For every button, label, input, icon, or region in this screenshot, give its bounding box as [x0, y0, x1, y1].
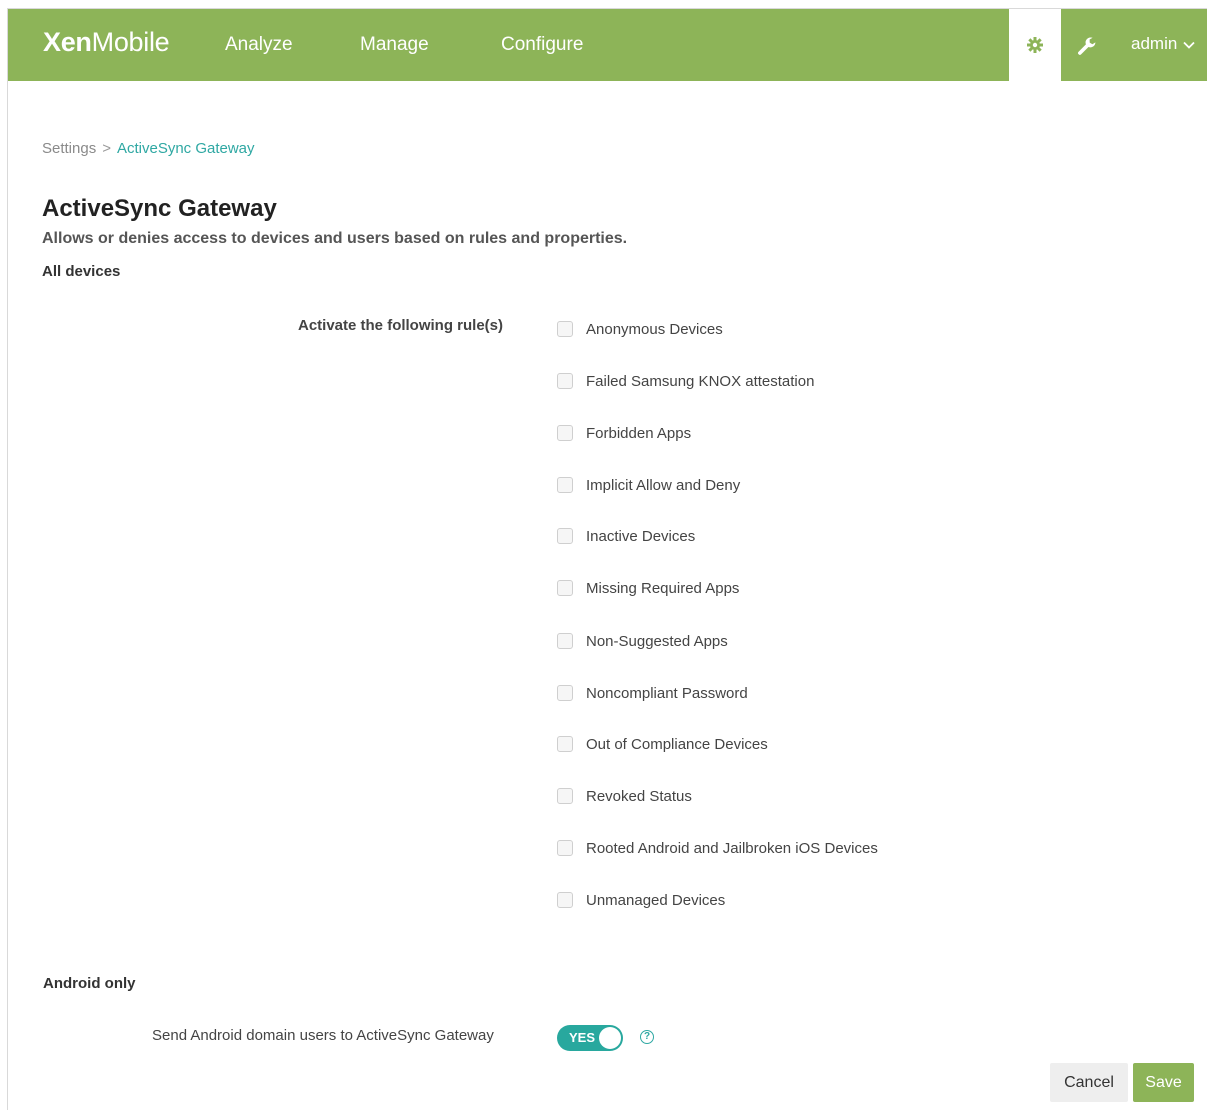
xenmobile-logo: XenMobile	[43, 27, 170, 57]
rule-label: Missing Required Apps	[586, 579, 740, 597]
rule-label: Revoked Status	[586, 787, 692, 805]
user-name: admin	[1131, 34, 1178, 53]
cancel-button[interactable]: Cancel	[1050, 1063, 1128, 1102]
rule-label: Anonymous Devices	[586, 320, 723, 338]
rule-checkbox[interactable]	[557, 633, 573, 649]
page-title: ActiveSync Gateway	[42, 195, 277, 222]
breadcrumb-settings[interactable]: Settings	[42, 140, 96, 157]
rule-label: Implicit Allow and Deny	[586, 476, 741, 494]
rule-label: Out of Compliance Devices	[586, 735, 768, 753]
rule-checkbox[interactable]	[557, 840, 573, 856]
rule-failed-samsung-knox[interactable]: Failed Samsung KNOX attestation	[557, 371, 814, 391]
page-subtitle: Allows or denies access to devices and u…	[42, 230, 628, 247]
rule-label: Failed Samsung KNOX attestation	[586, 372, 815, 390]
android-gateway-toggle[interactable]: YES	[557, 1025, 623, 1051]
rule-label: Rooted Android and Jailbroken iOS Device…	[586, 839, 878, 857]
rule-missing-required-apps[interactable]: Missing Required Apps	[557, 578, 739, 598]
rule-label: Unmanaged Devices	[586, 891, 726, 909]
rule-rooted-jailbroken[interactable]: Rooted Android and Jailbroken iOS Device…	[557, 838, 878, 858]
toggle-state-text: YES	[569, 1030, 596, 1045]
breadcrumb: Settings > ActiveSync Gateway	[42, 140, 255, 157]
breadcrumb-separator: >	[102, 140, 111, 157]
wrench-icon[interactable]	[1077, 36, 1097, 56]
rule-checkbox[interactable]	[557, 373, 573, 389]
section-android-only: Android only	[43, 975, 136, 992]
rule-label: Inactive Devices	[586, 527, 696, 545]
android-toggle-label: Send Android domain users to ActiveSync …	[152, 1027, 494, 1044]
rule-checkbox[interactable]	[557, 736, 573, 752]
page-frame	[7, 8, 1207, 1110]
rule-checkbox[interactable]	[557, 321, 573, 337]
gear-icon	[1027, 37, 1043, 53]
rule-out-of-compliance[interactable]: Out of Compliance Devices	[557, 734, 768, 754]
rule-checkbox[interactable]	[557, 580, 573, 596]
rule-noncompliant-password[interactable]: Noncompliant Password	[557, 683, 748, 703]
settings-button[interactable]	[1009, 9, 1061, 81]
save-button[interactable]: Save	[1133, 1063, 1194, 1102]
rule-label: Noncompliant Password	[586, 684, 748, 702]
rule-forbidden-apps[interactable]: Forbidden Apps	[557, 423, 691, 443]
rules-label: Activate the following rule(s)	[298, 317, 504, 334]
nav-analyze[interactable]: Analyze	[225, 34, 293, 56]
rule-checkbox[interactable]	[557, 528, 573, 544]
rule-implicit-allow-deny[interactable]: Implicit Allow and Deny	[557, 475, 740, 495]
user-menu[interactable]: admin	[1131, 34, 1195, 54]
rule-unmanaged-devices[interactable]: Unmanaged Devices	[557, 890, 725, 910]
rule-label: Non-Suggested Apps	[586, 632, 728, 650]
help-icon[interactable]: ?	[640, 1030, 654, 1044]
rule-checkbox[interactable]	[557, 685, 573, 701]
nav-manage[interactable]: Manage	[360, 34, 429, 56]
rule-non-suggested-apps[interactable]: Non-Suggested Apps	[557, 631, 728, 651]
rule-checkbox[interactable]	[557, 892, 573, 908]
rule-inactive-devices[interactable]: Inactive Devices	[557, 526, 695, 546]
nav-configure[interactable]: Configure	[501, 34, 583, 56]
rule-checkbox[interactable]	[557, 425, 573, 441]
chevron-down-icon	[1183, 41, 1195, 49]
section-all-devices: All devices	[42, 263, 121, 280]
rule-anonymous-devices[interactable]: Anonymous Devices	[557, 319, 723, 339]
toggle-knob	[599, 1027, 621, 1049]
rule-label: Forbidden Apps	[586, 424, 692, 442]
top-nav-bar: XenMobile Analyze Manage Configure admin	[8, 9, 1207, 81]
rule-checkbox[interactable]	[557, 788, 573, 804]
rule-checkbox[interactable]	[557, 477, 573, 493]
breadcrumb-current[interactable]: ActiveSync Gateway	[117, 140, 255, 157]
rule-revoked-status[interactable]: Revoked Status	[557, 786, 692, 806]
